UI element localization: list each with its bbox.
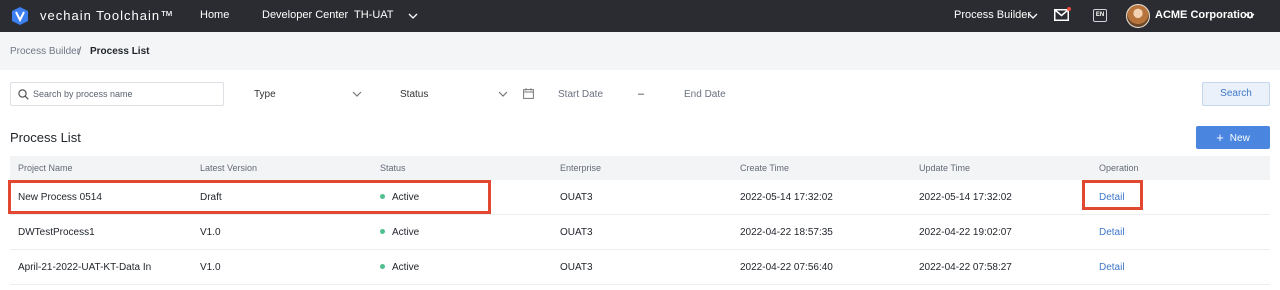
version-cell: V1.0 — [200, 227, 221, 238]
table-row: New Process 0514 Draft Active OUAT3 2022… — [10, 180, 1270, 215]
update-time-cell: 2022-04-22 19:02:07 — [919, 227, 1012, 238]
nav-environment-selector[interactable]: TH-UAT — [354, 9, 394, 21]
create-time-cell: 2022-05-14 17:32:02 — [740, 192, 833, 203]
update-time-cell: 2022-04-22 07:58:27 — [919, 262, 1012, 273]
update-time-cell: 2022-05-14 17:32:02 — [919, 192, 1012, 203]
chevron-down-icon[interactable] — [1244, 10, 1256, 22]
plus-icon: + — [1216, 130, 1224, 145]
breadcrumb-current-page: Process List — [90, 46, 150, 57]
nav-home-link[interactable]: Home — [200, 9, 229, 21]
user-avatar[interactable] — [1126, 4, 1150, 28]
table-row: April-21-2022-UAT-KT-Data In V1.0 Active… — [10, 250, 1270, 285]
status-text: Active — [392, 227, 420, 238]
status-text: Active — [392, 262, 420, 273]
enterprise-cell: OUAT3 — [560, 262, 593, 273]
chevron-down-icon[interactable] — [1027, 10, 1039, 22]
version-cell: V1.0 — [200, 262, 221, 273]
status-cell: Active — [380, 192, 419, 203]
status-cell: Active — [380, 227, 419, 238]
version-cell: Draft — [200, 192, 222, 203]
search-field[interactable] — [10, 82, 224, 106]
status-text: Active — [392, 192, 420, 203]
type-select[interactable]: Type — [254, 89, 276, 100]
table-header: Project Name Latest Version Status Enter… — [10, 156, 1270, 180]
column-header: Status — [380, 163, 406, 173]
mail-icon[interactable] — [1054, 9, 1069, 21]
search-button[interactable]: Search — [1202, 82, 1270, 106]
create-time-cell: 2022-04-22 18:57:35 — [740, 227, 833, 238]
process-builder-menu[interactable]: Process Builder — [954, 9, 1031, 21]
notification-dot — [1067, 7, 1071, 11]
detail-link[interactable]: Detail — [1099, 262, 1125, 273]
project-name-cell: New Process 0514 — [18, 192, 102, 203]
breadcrumb: Process Builder / Process List — [0, 32, 1280, 70]
company-name[interactable]: ACME Corporation — [1155, 9, 1253, 21]
column-header: Project Name — [18, 163, 73, 173]
vechain-logo-icon[interactable] — [10, 6, 30, 26]
status-cell: Active — [380, 262, 419, 273]
page-title: Process List — [10, 130, 81, 145]
enterprise-cell: OUAT3 — [560, 227, 593, 238]
column-header: Update Time — [919, 163, 971, 173]
enterprise-cell: OUAT3 — [560, 192, 593, 203]
top-navigation-bar: vechain Toolchain™ Home Developer Center… — [0, 0, 1280, 32]
create-time-cell: 2022-04-22 07:56:40 — [740, 262, 833, 273]
column-header: Latest Version — [200, 163, 258, 173]
status-dot-icon — [380, 194, 385, 199]
start-date-input[interactable]: Start Date — [558, 89, 603, 100]
status-dot-icon — [380, 264, 385, 269]
chevron-down-icon[interactable] — [407, 10, 419, 22]
table-row: DWTestProcess1 V1.0 Active OUAT3 2022-04… — [10, 215, 1270, 250]
brand-name[interactable]: vechain Toolchain™ — [40, 8, 174, 23]
chevron-down-icon[interactable] — [497, 88, 509, 100]
date-range-separator: – — [638, 88, 645, 100]
language-switch-icon[interactable]: EN — [1093, 9, 1107, 22]
end-date-input[interactable]: End Date — [684, 89, 726, 100]
column-header: Enterprise — [560, 163, 602, 173]
project-name-cell: DWTestProcess1 — [18, 227, 95, 238]
status-dot-icon — [380, 229, 385, 234]
breadcrumb-process-builder-link[interactable]: Process Builder — [10, 46, 80, 57]
project-name-cell: April-21-2022-UAT-KT-Data In — [18, 262, 152, 273]
search-input[interactable] — [33, 83, 219, 105]
chevron-down-icon[interactable] — [351, 88, 363, 100]
detail-link[interactable]: Detail — [1099, 192, 1125, 203]
nav-developer-center-link[interactable]: Developer Center — [262, 9, 348, 21]
new-process-button[interactable]: + New — [1196, 126, 1270, 149]
column-header: Operation — [1099, 163, 1139, 173]
detail-link[interactable]: Detail — [1099, 227, 1125, 238]
new-button-label: New — [1229, 133, 1250, 144]
column-header: Create Time — [740, 163, 790, 173]
search-icon — [18, 89, 29, 100]
calendar-icon[interactable] — [523, 88, 534, 99]
breadcrumb-separator: / — [78, 44, 82, 58]
status-select[interactable]: Status — [400, 89, 428, 100]
